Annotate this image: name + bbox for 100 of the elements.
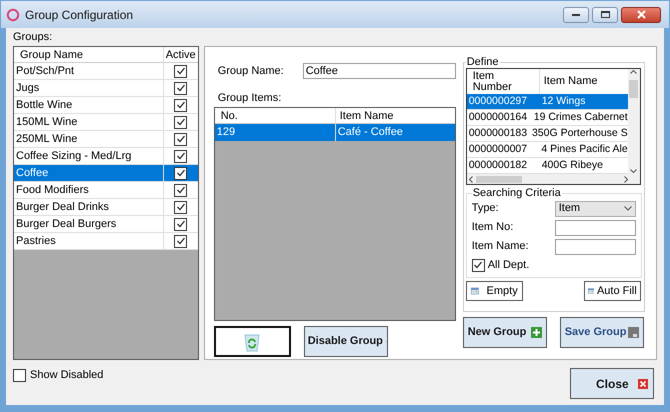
active-checkbox[interactable] [174, 82, 188, 94]
group-name: Coffee Sizing - Med/Lrg [14, 148, 164, 164]
group-row[interactable]: Burger Deal Burgers [14, 216, 198, 233]
group-row[interactable]: 250ML Wine [14, 131, 198, 148]
all-dept-label: All Dept. [488, 258, 530, 273]
close-button[interactable] [621, 6, 661, 22]
item-name-label: Item Name: [472, 239, 530, 254]
save-group-button[interactable]: Save Group [560, 317, 644, 348]
group-name: 250ML Wine [14, 131, 164, 147]
item-no-label: Item No: [472, 220, 514, 236]
table-icon [470, 285, 479, 297]
groups-label: Groups: [13, 30, 54, 44]
scroll-down-icon [630, 169, 638, 173]
disable-group-button[interactable]: Disable Group [304, 326, 388, 357]
close-dialog-button[interactable]: Close [570, 368, 654, 399]
column-header[interactable]: Group Name [14, 47, 164, 62]
maximize-button[interactable] [592, 6, 618, 22]
window-title: Group Configuration [25, 6, 134, 24]
group-name: Burger Deal Burgers [14, 216, 164, 232]
group-row[interactable]: Jugs [14, 80, 198, 97]
scroll-up-icon [630, 70, 638, 74]
item-number: 0000000297 [468, 94, 528, 109]
close-icon [638, 378, 648, 388]
scroll-right-icon [624, 176, 628, 182]
scrollbar-thumb[interactable] [476, 176, 522, 182]
new-group-button[interactable]: New Group [462, 317, 547, 348]
close-icon [636, 10, 646, 19]
define-row[interactable]: 0000000182 400G Ribeye [466, 158, 628, 174]
scroll-left-icon [468, 176, 473, 182]
column-header[interactable]: No. [214, 108, 336, 123]
item-number: 0000000183 [468, 126, 528, 141]
item-name: 12 Wings [540, 94, 586, 109]
column-header[interactable]: Active [164, 47, 198, 62]
plus-icon [530, 327, 542, 338]
group-row[interactable]: Food Modifiers [14, 182, 198, 199]
item-name-field[interactable] [554, 238, 636, 254]
item-number: 0000000007 [468, 142, 528, 157]
auto-fill-button[interactable]: Auto Fill [584, 281, 641, 301]
group-row[interactable]: Pastries [14, 233, 198, 250]
maximize-icon [600, 11, 610, 18]
active-checkbox[interactable] [174, 64, 188, 78]
define-row[interactable]: 0000000297 12 Wings [466, 94, 628, 110]
column-header[interactable]: Item Name [336, 108, 455, 123]
table-icon [588, 285, 594, 297]
column-header[interactable]: Item Name [540, 69, 628, 94]
active-checkbox[interactable] [174, 218, 188, 230]
active-checkbox[interactable] [174, 116, 188, 128]
recycle-button[interactable] [214, 326, 291, 357]
item-name: 350G Porterhouse S [530, 126, 628, 141]
recycle-bin-icon [243, 332, 262, 352]
active-checkbox[interactable] [174, 184, 188, 196]
define-row[interactable]: 0000000007 4 Pines Pacific Ale [466, 142, 628, 158]
item-row[interactable]: 129 Café - Coffee [214, 124, 455, 141]
group-name: Bottle Wine [14, 97, 164, 113]
group-name: Pot/Sch/Pnt [14, 63, 164, 79]
type-dropdown[interactable]: Item [554, 200, 636, 216]
item-name: 4 Pines Pacific Ale [540, 142, 628, 157]
empty-button[interactable]: Empty [466, 281, 523, 301]
group-name: Pastries [14, 233, 164, 249]
define-row[interactable]: 0000000164 19 Crimes Cabernet [466, 110, 628, 126]
all-dept-checkbox[interactable] [472, 258, 485, 272]
type-label: Type: [472, 201, 500, 216]
app-icon [6, 8, 20, 22]
active-checkbox[interactable] [174, 150, 188, 162]
group-name: Food Modifiers [14, 182, 164, 198]
group-items-label: Group Items: [216, 91, 282, 105]
active-checkbox[interactable] [174, 166, 188, 180]
define-row[interactable]: 0000000183 350G Porterhouse S [466, 126, 628, 142]
group-name: 150ML Wine [14, 114, 164, 130]
group-row[interactable]: 150ML Wine [14, 114, 198, 131]
group-name-field[interactable]: Coffee [302, 63, 456, 79]
group-row[interactable]: Coffee Sizing - Med/Lrg [14, 148, 198, 165]
vertical-scrollbar[interactable] [628, 69, 640, 174]
define-title: Define [466, 56, 500, 68]
item-number: 0000000164 [468, 110, 528, 125]
item-name: 400G Ribeye [540, 158, 604, 173]
chevron-down-icon [624, 206, 632, 211]
active-checkbox[interactable] [174, 132, 188, 146]
active-checkbox[interactable] [174, 200, 188, 214]
scrollbar-thumb[interactable] [629, 80, 638, 98]
search-title: Searching Criteria [472, 187, 562, 200]
group-row[interactable]: Pot/Sch/Pnt [14, 63, 198, 80]
horizontal-scrollbar[interactable] [466, 174, 640, 184]
item-name: 19 Crimes Cabernet [532, 110, 628, 125]
group-row[interactable]: Burger Deal Drinks [14, 199, 198, 216]
active-checkbox[interactable] [174, 98, 188, 112]
item-number: 129 [214, 124, 336, 141]
group-name: Coffee [14, 165, 164, 181]
item-name: Café - Coffee [336, 125, 404, 140]
minimize-button[interactable] [563, 6, 589, 22]
show-disabled-label: Show Disabled [30, 368, 104, 383]
item-number: 0000000182 [468, 158, 528, 173]
group-row[interactable]: Bottle Wine [14, 97, 198, 114]
group-name: Burger Deal Drinks [14, 199, 164, 215]
group-name-label: Group Name: [216, 64, 285, 79]
item-no-field[interactable] [554, 220, 636, 236]
group-name: Jugs [14, 80, 164, 96]
group-row[interactable]: Coffee [14, 165, 198, 182]
minimize-icon [572, 12, 580, 16]
active-checkbox[interactable] [174, 234, 188, 248]
